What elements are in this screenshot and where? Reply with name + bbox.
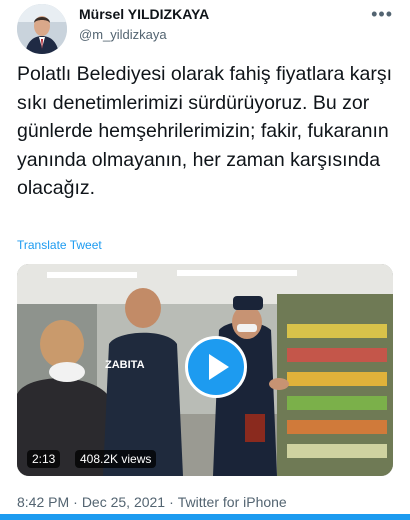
more-options-icon[interactable]: •••	[371, 4, 393, 25]
vest-text: ZABITA	[105, 359, 145, 371]
translate-tweet-link[interactable]: Translate Tweet	[17, 238, 102, 252]
avatar[interactable]	[17, 4, 67, 54]
user-handle[interactable]: @m_yildizkaya	[79, 27, 167, 42]
accent-bar	[0, 514, 410, 520]
tweet-date[interactable]: Dec 25, 2021	[82, 494, 165, 510]
tweet-meta: 8:42 PM · Dec 25, 2021 · Twitter for iPhone	[17, 494, 287, 510]
tweet-source[interactable]: Twitter for iPhone	[178, 494, 287, 510]
display-name[interactable]: Mürsel YILDIZKAYA	[79, 6, 209, 22]
tweet-text: Polatlı Belediyesi olarak fahiş fiyatlar…	[17, 63, 393, 200]
tweet-time[interactable]: 8:42 PM	[17, 494, 69, 510]
meta-separator: ·	[73, 494, 78, 510]
play-button[interactable]	[185, 336, 247, 398]
view-count: 408.2K views	[75, 450, 157, 468]
video-duration: 2:13	[27, 450, 61, 468]
play-icon	[209, 354, 229, 380]
video-player[interactable]: ZABITA 2:13 408.2K views	[17, 264, 393, 476]
meta-separator: ·	[169, 494, 174, 510]
